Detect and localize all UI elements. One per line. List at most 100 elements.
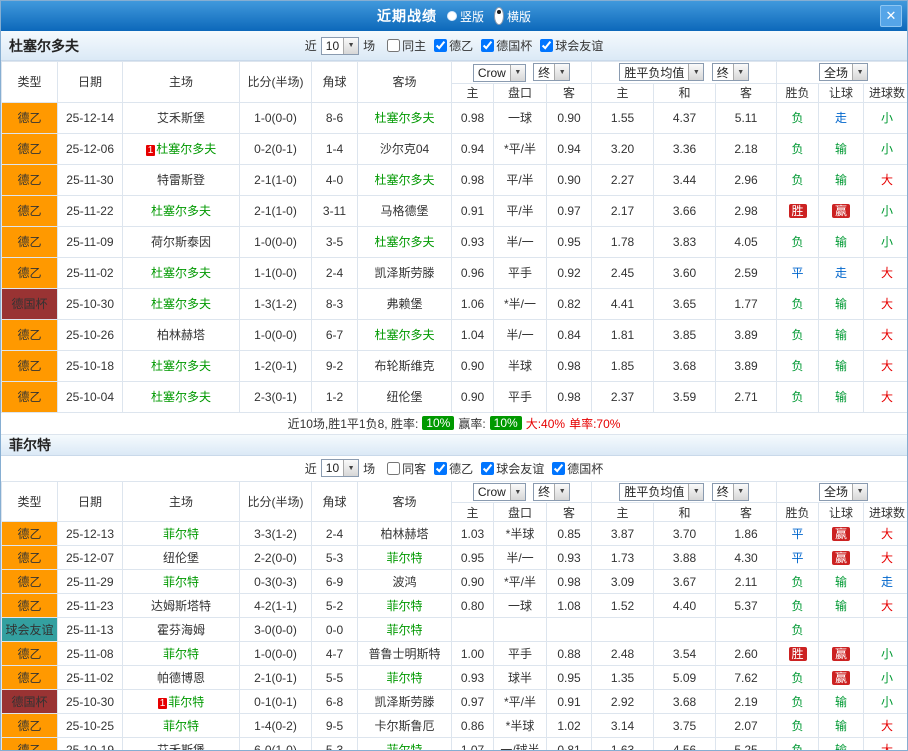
away-team-name: 菲尔特 bbox=[386, 551, 423, 565]
cell-result: 负 bbox=[776, 689, 820, 714]
matches-count-select[interactable]: 10 ▼ bbox=[320, 459, 360, 477]
checkbox-input[interactable] bbox=[387, 39, 401, 52]
checkbox-input[interactable] bbox=[540, 39, 554, 52]
cell-euro-home-odds: 3.14 bbox=[591, 713, 654, 738]
odds-final-select[interactable]: 终 ▼ bbox=[533, 63, 571, 81]
cell-goals-result bbox=[863, 617, 907, 642]
cell-home-team: 菲尔特 bbox=[122, 521, 240, 546]
layout-option-vertical[interactable]: 竖版 bbox=[446, 8, 484, 25]
checkbox-input[interactable] bbox=[387, 461, 401, 475]
result-group: 全场 ▼ bbox=[776, 480, 907, 503]
cell-handicap-result: 赢 bbox=[818, 545, 865, 570]
filter-checkbox[interactable]: 同主 bbox=[387, 37, 426, 54]
cell-handicap: 平/半 bbox=[493, 194, 547, 227]
cell-asia-home-odds: 0.98 bbox=[451, 163, 494, 196]
match-row: 德乙 25-12-07 纽伦堡 2-2(0-0) 5-3 菲尔特 0.95 半/… bbox=[1, 545, 907, 570]
asia-odds-group: Crow ▼ 终 ▼ bbox=[451, 61, 592, 84]
checkbox-input[interactable] bbox=[481, 461, 495, 475]
cell-asia-home-odds: 0.90 bbox=[451, 380, 494, 413]
euro-final-select[interactable]: 终 ▼ bbox=[711, 482, 749, 501]
cell-home-team: 杜塞尔多夫 bbox=[122, 256, 240, 289]
cell-league-type: 德乙 bbox=[1, 132, 58, 165]
handicap-result-mark: 赢 bbox=[832, 551, 851, 565]
checkbox-input[interactable] bbox=[552, 461, 566, 475]
filter-checkbox[interactable]: 德乙 bbox=[434, 37, 473, 54]
cell-result: 负 bbox=[776, 318, 820, 351]
match-row: 德乙 25-11-29 菲尔特 0-3(0-3) 6-9 波鸿 0.90 *平/… bbox=[1, 569, 907, 594]
filter-checkbox[interactable]: 球会友谊 bbox=[540, 37, 603, 54]
radio-icon[interactable] bbox=[494, 7, 504, 25]
chevron-down-icon: ▼ bbox=[852, 64, 868, 81]
cell-goals-result: 走 bbox=[863, 569, 907, 594]
cell-score: 1-0(0-0) bbox=[239, 101, 312, 134]
match-row: 德乙 25-12-14 艾禾斯堡 1-0(0-0) 8-6 杜塞尔多夫 0.98… bbox=[1, 101, 907, 134]
away-team-name: 菲尔特 bbox=[386, 671, 423, 685]
chevron-down-icon: ▼ bbox=[509, 64, 525, 81]
cell-league-type: 球会友谊 bbox=[1, 617, 58, 642]
cell-corners: 2-4 bbox=[311, 256, 358, 289]
euro-odds-select[interactable]: 胜平负均值 ▼ bbox=[619, 63, 705, 82]
cell-euro-draw-odds: 4.37 bbox=[653, 101, 716, 134]
goals-result-mark: 小 bbox=[881, 671, 894, 685]
away-team-name: 菲尔特 bbox=[386, 623, 423, 637]
odds-company-select[interactable]: Crow ▼ bbox=[472, 63, 526, 82]
cell-corners: 6-7 bbox=[311, 318, 358, 351]
chevron-down-icon: ▼ bbox=[688, 64, 704, 81]
away-team-name: 普鲁士明斯特 bbox=[368, 647, 441, 661]
cell-euro-away-odds: 4.30 bbox=[714, 545, 778, 570]
cell-handicap: 平手 bbox=[493, 380, 547, 413]
match-row: 德国杯 25-10-30 杜塞尔多夫 1-3(1-2) 8-3 弗赖堡 1.06… bbox=[1, 287, 907, 320]
cell-euro-draw-odds: 3.60 bbox=[653, 256, 716, 289]
panel-title: 近期战绩 bbox=[376, 8, 437, 24]
cell-handicap-result: 输 bbox=[818, 287, 865, 320]
scope-select[interactable]: 全场 ▼ bbox=[819, 63, 869, 82]
cell-handicap: *平/半 bbox=[493, 132, 547, 165]
checkbox-input[interactable] bbox=[434, 461, 448, 475]
euro-final-select[interactable]: 终 ▼ bbox=[711, 63, 749, 82]
cell-league-type: 德乙 bbox=[1, 545, 58, 570]
cell-away-team: 柏林赫塔 bbox=[357, 521, 452, 546]
filter-checkbox[interactable]: 德国杯 bbox=[481, 37, 532, 54]
odd-rate: 单率:70% bbox=[569, 416, 621, 431]
cell-euro-away-odds bbox=[714, 617, 778, 642]
checkbox-input[interactable] bbox=[434, 39, 448, 52]
cell-asia-home-odds: 1.07 bbox=[451, 737, 494, 750]
close-button[interactable]: ✕ bbox=[880, 5, 902, 27]
cell-asia-home-odds: 1.04 bbox=[451, 318, 494, 351]
result-mark: 负 bbox=[791, 111, 804, 125]
handicap-result-mark: 输 bbox=[835, 719, 848, 733]
checkbox-input[interactable] bbox=[481, 39, 495, 52]
goals-result-mark: 小 bbox=[881, 235, 894, 249]
cell-asia-away-odds: 0.93 bbox=[546, 545, 592, 570]
odds-final-select[interactable]: 终 ▼ bbox=[533, 482, 571, 501]
cell-away-team: 卡尔斯鲁厄 bbox=[357, 713, 452, 738]
handicap-result-mark: 输 bbox=[835, 743, 848, 751]
home-team-name: 杜塞尔多夫 bbox=[150, 204, 211, 218]
cell-handicap-result: 输 bbox=[818, 569, 865, 594]
match-row: 德乙 25-11-02 帕德博恩 2-1(0-1) 5-5 菲尔特 0.93 球… bbox=[1, 665, 907, 690]
cell-euro-away-odds: 1.86 bbox=[714, 521, 778, 546]
cell-home-team: 特雷斯登 bbox=[122, 163, 240, 196]
filter-checkbox[interactable]: 同客 bbox=[387, 460, 426, 477]
cell-handicap: 平/半 bbox=[493, 163, 547, 196]
checkbox-label: 球会友谊 bbox=[555, 39, 604, 53]
cell-date: 25-11-08 bbox=[57, 641, 123, 666]
scope-select[interactable]: 全场 ▼ bbox=[819, 482, 869, 501]
odds-company-select[interactable]: Crow ▼ bbox=[472, 483, 526, 501]
filter-checkbox[interactable]: 德国杯 bbox=[552, 460, 603, 477]
filter-checkbox[interactable]: 德乙 bbox=[434, 460, 473, 477]
filter-unit-label: 场 bbox=[363, 461, 376, 476]
euro-odds-select[interactable]: 胜平负均值 ▼ bbox=[619, 482, 705, 501]
cell-goals-result: 大 bbox=[863, 737, 907, 750]
cell-league-type: 德乙 bbox=[1, 737, 58, 750]
away-team-name: 杜塞尔多夫 bbox=[374, 235, 435, 249]
result-mark: 负 bbox=[791, 142, 804, 156]
radio-icon[interactable] bbox=[446, 11, 457, 21]
cell-asia-away-odds: 0.91 bbox=[546, 689, 592, 714]
col-result: 胜负 bbox=[776, 82, 820, 103]
handicap-result-mark: 赢 bbox=[832, 204, 851, 218]
filter-checkbox[interactable]: 球会友谊 bbox=[481, 460, 544, 477]
layout-option-horizontal[interactable]: 横版 bbox=[494, 7, 531, 25]
cell-date: 25-10-04 bbox=[57, 380, 123, 413]
matches-count-select[interactable]: 10 ▼ bbox=[320, 36, 360, 55]
